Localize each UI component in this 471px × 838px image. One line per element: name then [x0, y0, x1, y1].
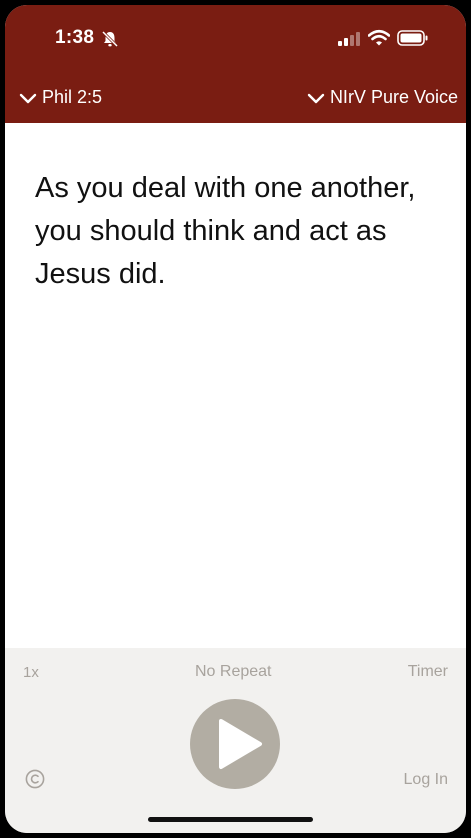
home-indicator — [148, 817, 313, 822]
verse-panel: As you deal with one another, you should… — [5, 123, 466, 648]
play-icon — [219, 719, 262, 769]
bell-off-icon — [101, 30, 119, 48]
battery-icon — [397, 30, 428, 46]
chevron-down-icon — [307, 93, 325, 103]
repeat-button[interactable]: No Repeat — [195, 663, 272, 681]
header-bar: 1:38 Phil 2:5 NIrV Pure Voice — [5, 5, 466, 123]
play-button[interactable] — [190, 699, 280, 789]
reference-label: Phil 2:5 — [42, 87, 103, 107]
login-button[interactable]: Log In — [404, 771, 448, 789]
verse-text: As you deal with one another, you should… — [35, 172, 416, 290]
version-selector[interactable]: NIrV Pure Voice — [307, 87, 458, 108]
wifi-icon — [368, 29, 390, 46]
reference-selector[interactable]: Phil 2:5 — [19, 87, 102, 108]
version-label: NIrV Pure Voice — [329, 87, 458, 107]
chevron-down-icon — [19, 93, 37, 103]
copyright-icon[interactable] — [25, 769, 45, 789]
speed-button[interactable]: 1x — [23, 664, 39, 681]
app-screen: 1:38 Phil 2:5 NIrV Pure Voice As you dea… — [5, 5, 466, 833]
player-controls: 1x No Repeat Timer Log In — [5, 648, 466, 833]
signal-icon — [338, 32, 360, 46]
timer-button[interactable]: Timer — [408, 663, 448, 681]
status-time: 1:38 — [55, 27, 95, 48]
